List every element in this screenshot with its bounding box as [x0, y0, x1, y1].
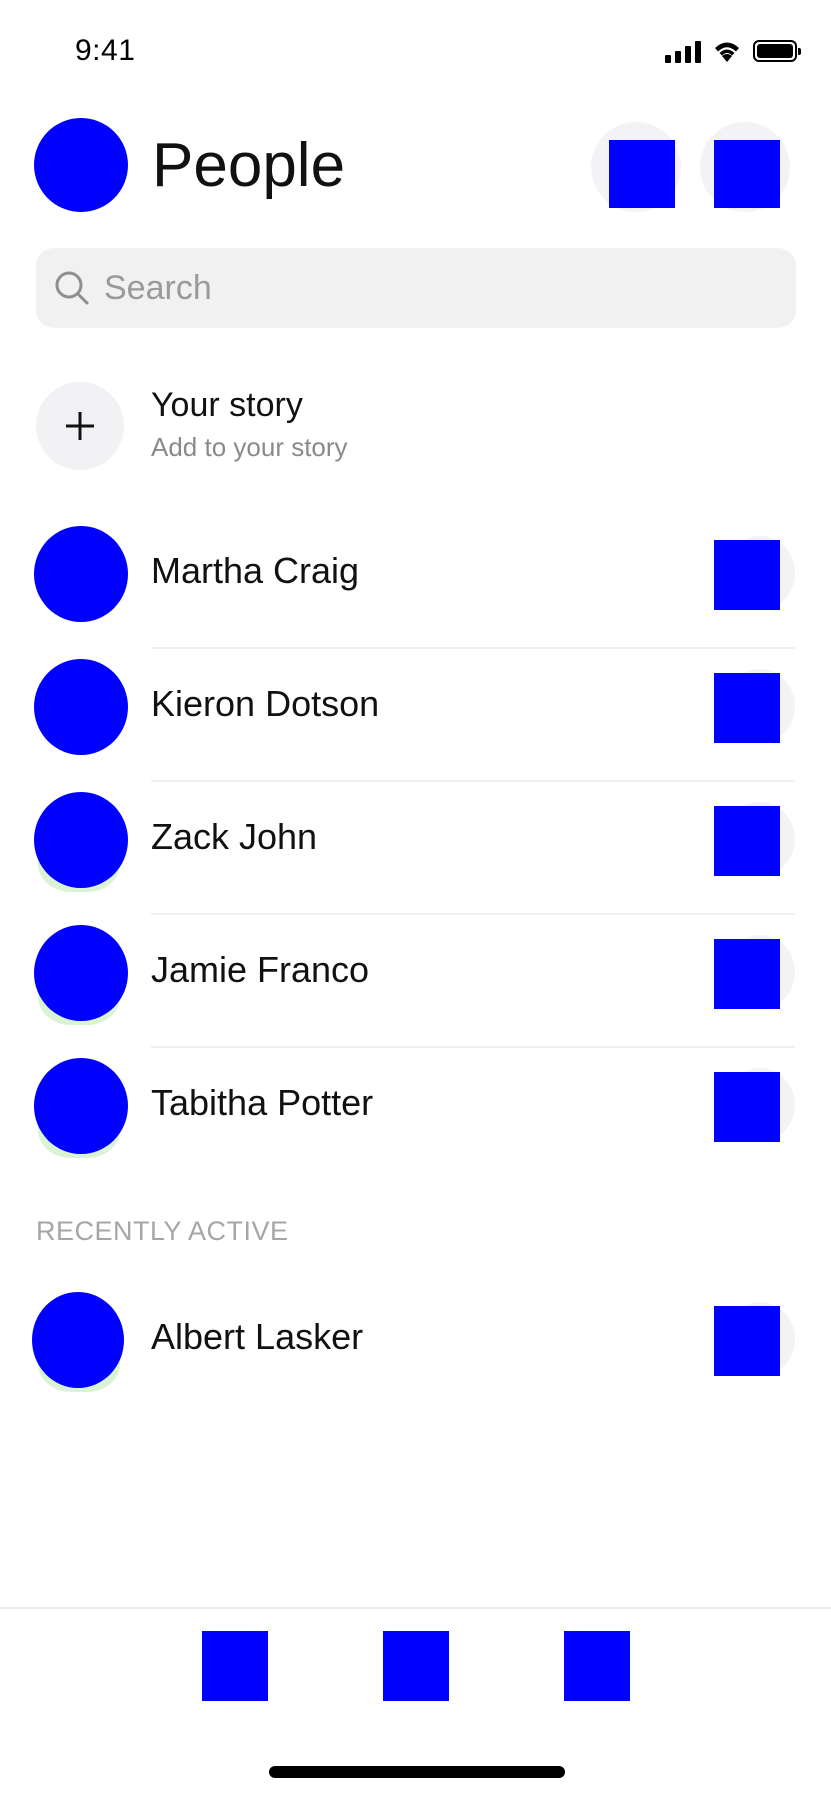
story-title: Your story: [151, 386, 303, 424]
profile-avatar[interactable]: [34, 118, 128, 212]
search-icon: [55, 271, 89, 305]
wave-button[interactable]: [714, 939, 780, 1009]
wave-button[interactable]: [714, 540, 780, 610]
your-story-row[interactable]: Your story Add to your story: [0, 376, 831, 476]
wave-button[interactable]: [714, 1072, 780, 1142]
search-input[interactable]: [104, 258, 764, 318]
wave-button[interactable]: [714, 1306, 780, 1376]
contact-row[interactable]: Jamie Franco: [0, 915, 831, 1048]
avatar: [34, 792, 128, 888]
avatar: [34, 925, 128, 1021]
contact-row[interactable]: Kieron Dotson: [0, 649, 831, 782]
avatar: [34, 526, 128, 622]
contact-row[interactable]: Albert Lasker: [0, 1282, 831, 1415]
people-screen: 9:41 People Search Your story Add to you…: [0, 0, 831, 1800]
status-time: 9:41: [75, 34, 136, 67]
contact-row[interactable]: Martha Craig: [0, 516, 831, 649]
discover-tab[interactable]: [564, 1631, 630, 1701]
page-title: People: [152, 131, 346, 200]
wifi-icon: [715, 42, 739, 62]
home-indicator[interactable]: [269, 1766, 565, 1778]
people-tab[interactable]: [383, 1631, 449, 1701]
avatar: [34, 659, 128, 755]
status-icons: [665, 38, 801, 64]
new-chat-button[interactable]: [714, 140, 780, 208]
contact-row[interactable]: Tabitha Potter: [0, 1048, 831, 1181]
tab-bar: [0, 1607, 831, 1727]
contacts-button[interactable]: [609, 140, 675, 208]
add-story-button[interactable]: [36, 382, 124, 470]
battery-icon: [753, 40, 801, 62]
wave-button[interactable]: [714, 673, 780, 743]
avatar: [32, 1292, 124, 1388]
avatar: [34, 1058, 128, 1154]
contact-name: Tabitha Potter: [151, 1082, 374, 1123]
contact-row[interactable]: Zack John: [0, 782, 831, 915]
contact-name: Zack John: [151, 816, 318, 857]
contact-list: Martha Craig Kieron Dotson Zack John Jam…: [0, 516, 831, 1181]
contact-name: Jamie Franco: [151, 949, 370, 990]
signal-icon: [665, 39, 701, 63]
contact-name: Albert Lasker: [151, 1316, 364, 1357]
chats-tab[interactable]: [202, 1631, 268, 1701]
story-subtitle: Add to your story: [151, 432, 348, 462]
search-bar[interactable]: [36, 248, 796, 328]
status-bar: 9:41: [0, 0, 831, 100]
plus-icon: [66, 412, 94, 440]
contact-name: Kieron Dotson: [151, 683, 380, 724]
wave-button[interactable]: [714, 806, 780, 876]
contact-name: Martha Craig: [151, 550, 360, 591]
recently-active-list: Albert Lasker: [0, 1282, 831, 1415]
section-label-recently-active: RECENTLY ACTIVE: [36, 1216, 289, 1246]
